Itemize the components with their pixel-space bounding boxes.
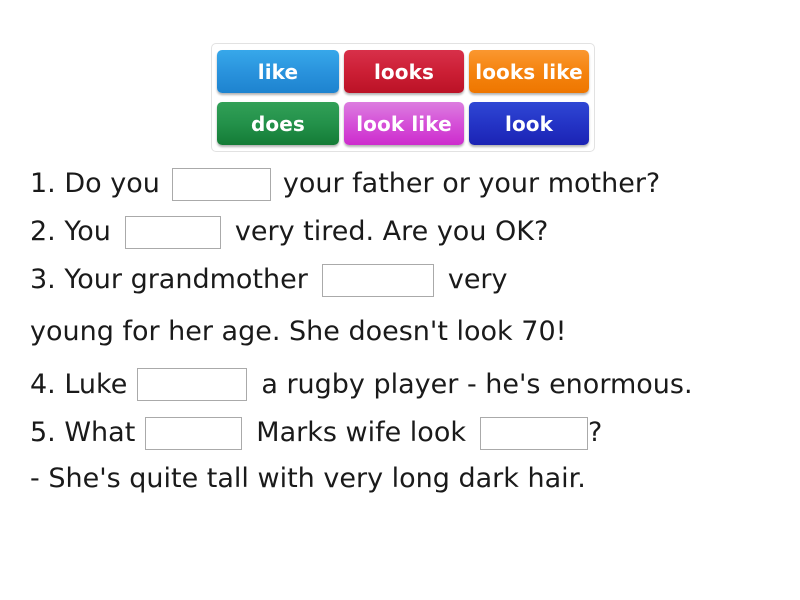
word-bank-panel: like looks looks like does look like loo… [211,43,595,152]
answer-blank-3[interactable] [321,263,434,297]
word-tile-like[interactable]: like [217,50,339,93]
word-tile-looks-like[interactable]: looks like [469,50,590,93]
sentence-line-3: 3. Your grandmother very [30,256,782,304]
word-tile-look-like[interactable]: look like [343,102,464,145]
answer-blank-2[interactable] [124,215,221,249]
word-tile-does[interactable]: does [217,102,339,145]
sentence-3-text-after: very [447,264,508,295]
sentence-line-1: 1. Do you your father or your mother? [30,160,782,208]
sentence-line-3-wrap: young for her age. She doesn't look 70! [30,304,782,360]
word-tile-label: does [251,111,305,136]
word-tile-label: like [257,59,299,84]
answer-blank-4[interactable] [137,368,248,401]
sentence-5-text-before: 5. What [30,417,136,448]
sentence-line-6: - She's quite tall with very long dark h… [30,457,782,501]
sentence-6-text: - She's quite tall with very long dark h… [30,463,586,494]
word-bank-row-2: does look like look [217,102,590,145]
answer-blank-1[interactable] [171,167,271,201]
word-tile-label: looks like [475,59,583,84]
answer-blank-5[interactable] [145,416,243,450]
sentence-3-wrap-text: young for her age. She doesn't look 70! [30,316,567,347]
word-tile-label: look [504,111,554,136]
answer-blank-6[interactable] [479,416,588,450]
sentence-3-text-before: 3. Your grandmother [30,264,308,295]
sentence-1-text-after: your father or your mother? [282,168,661,199]
word-tile-look[interactable]: look [469,102,590,145]
sentence-2-text-before: 2. You [30,216,111,247]
word-bank-row-1: like looks looks like [217,50,590,93]
word-tile-label: look like [356,111,452,136]
word-tile-label: looks [373,59,435,84]
sentence-5-text-middle: Marks wife look [256,417,466,448]
sentence-line-5: 5. What Marks wife look ? [30,409,782,457]
sentence-line-4: 4. Luke a rugby player - he's enormous. [30,360,782,409]
exercise-sentences: 1. Do you your father or your mother? 2.… [30,160,782,501]
sentence-line-2: 2. You very tired. Are you OK? [30,208,782,256]
sentence-1-text-before: 1. Do you [30,168,160,199]
sentence-4-text-before: 4. Luke [30,368,128,400]
sentence-4-text-after: a rugby player - he's enormous. [261,368,693,400]
sentence-5-text-after: ? [587,417,603,448]
sentence-2-text-after: very tired. Are you OK? [234,216,549,247]
word-tile-looks[interactable]: looks [343,50,464,93]
